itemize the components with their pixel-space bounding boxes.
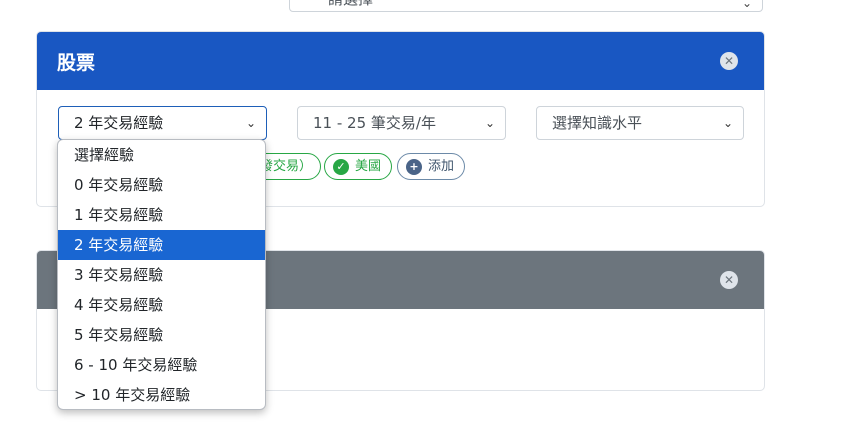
experience-select[interactable]: 2 年交易經驗 ⌄	[58, 106, 267, 140]
dropdown-option[interactable]: 1 年交易經驗	[58, 200, 265, 230]
plus-icon: +	[406, 159, 422, 175]
chevron-down-icon: ⌄	[484, 116, 495, 130]
chevron-down-icon: ⌄	[741, 0, 752, 10]
stock-card-title: 股票	[57, 52, 96, 74]
dropdown-option[interactable]: 5 年交易經驗	[58, 320, 265, 350]
tag-pill-label: 美國	[355, 159, 382, 174]
dropdown-option[interactable]: > 10 年交易經驗	[58, 380, 265, 409]
dropdown-option-selected[interactable]: 2 年交易經驗	[58, 230, 265, 260]
dropdown-option[interactable]: 0 年交易經驗	[58, 170, 265, 200]
experience-select-value: 2 年交易經驗	[74, 114, 164, 132]
tag-pill-us[interactable]: ✓ 美國	[324, 153, 392, 180]
knowledge-level-select[interactable]: 選擇知識水平 ⌄	[536, 106, 744, 140]
close-icon[interactable]: ✕	[720, 52, 738, 70]
add-tag-label: 添加	[428, 159, 455, 174]
chevron-down-icon: ⌄	[722, 116, 733, 130]
close-icon[interactable]: ✕	[720, 271, 738, 289]
trade-frequency-select-value: 11 - 25 筆交易/年	[313, 114, 436, 132]
check-icon: ✓	[333, 159, 349, 175]
tag-pill-label: 發交易）	[260, 159, 313, 174]
dropdown-option[interactable]: 4 年交易經驗	[58, 290, 265, 320]
trade-frequency-select[interactable]: 11 - 25 筆交易/年 ⌄	[297, 106, 506, 140]
stock-card-header: 股票 ✕	[37, 32, 764, 90]
dropdown-option[interactable]: 6 - 10 年交易經驗	[58, 350, 265, 380]
dropdown-option[interactable]: 3 年交易經驗	[58, 260, 265, 290]
chevron-down-icon: ⌄	[245, 116, 256, 130]
top-select[interactable]: 請選擇 ⌄	[289, 0, 763, 12]
top-select-value: 請選擇	[328, 0, 373, 8]
experience-dropdown[interactable]: 選擇經驗 0 年交易經驗 1 年交易經驗 2 年交易經驗 3 年交易經驗 4 年…	[57, 139, 266, 410]
add-tag-button[interactable]: + 添加	[397, 153, 465, 180]
dropdown-option[interactable]: 選擇經驗	[58, 140, 265, 170]
knowledge-level-select-value: 選擇知識水平	[552, 114, 643, 132]
